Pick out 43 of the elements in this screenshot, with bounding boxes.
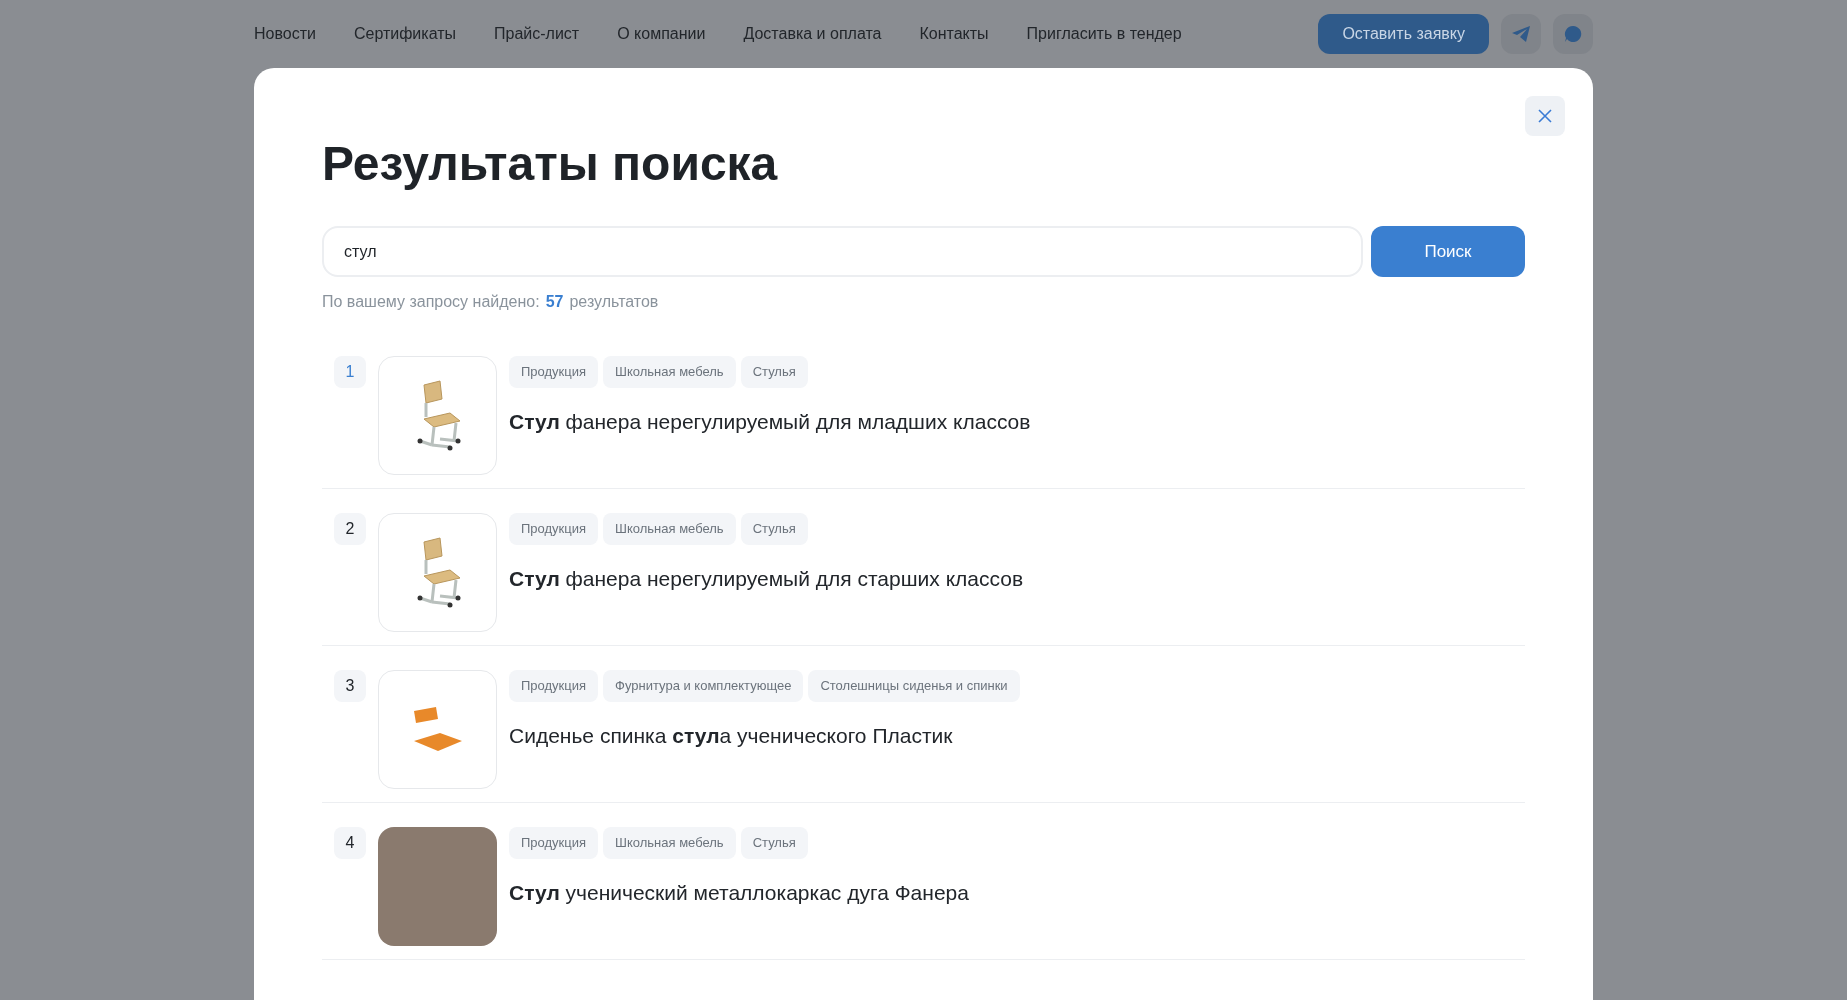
result-number: 1 <box>334 356 366 388</box>
search-button[interactable]: Поиск <box>1371 226 1525 277</box>
category-tag[interactable]: Стулья <box>740 356 808 388</box>
nav-link[interactable]: Сертификаты <box>353 22 457 46</box>
category-tag[interactable]: Продукция <box>509 513 599 545</box>
modal-title: Результаты поиска <box>322 140 778 188</box>
result-number: 2 <box>334 513 366 545</box>
result-title[interactable]: Сиденье спинка стула ученического Пластик <box>509 720 1020 752</box>
nav-link[interactable]: Контакты <box>919 22 989 46</box>
category-tag[interactable]: Стулья <box>740 513 808 545</box>
product-thumbnail[interactable] <box>378 670 497 789</box>
result-title[interactable]: Стул фанера нерегулируемый для старших классов <box>509 563 1024 595</box>
result-number: 4 <box>334 827 366 859</box>
result-number: 3 <box>334 670 366 702</box>
nav-link[interactable]: Доставка и оплата <box>743 22 882 46</box>
category-tag[interactable]: Школьная мебель <box>603 356 736 388</box>
telegram-button[interactable] <box>1501 14 1541 54</box>
product-thumbnail[interactable] <box>378 356 497 475</box>
phone-bubble-icon <box>1563 24 1583 44</box>
category-tag[interactable]: Продукция <box>509 670 599 702</box>
nav-link[interactable]: Новости <box>254 22 316 46</box>
product-thumbnail[interactable] <box>378 513 497 632</box>
close-button[interactable] <box>1525 96 1565 136</box>
search-field[interactable]: стул <box>322 226 1363 277</box>
close-icon <box>1538 109 1552 123</box>
results-count-label: По вашему запросу найдено: <box>322 292 540 312</box>
category-tag[interactable]: Школьная мебель <box>603 513 736 545</box>
category-tag[interactable]: Стулья <box>740 827 808 859</box>
category-tag[interactable]: Продукция <box>509 827 599 859</box>
paper-plane-icon <box>1511 25 1531 43</box>
nav-link[interactable]: О компании <box>617 22 706 46</box>
results-count-suffix: результатов <box>569 292 659 312</box>
result-title[interactable]: Стул ученический металлокаркас дуга Фанера <box>509 877 969 909</box>
results-count: 57 <box>545 292 564 312</box>
request-button[interactable]: Оставить заявку <box>1318 14 1489 54</box>
nav-link[interactable]: Прайс-лист <box>494 22 580 46</box>
category-tag[interactable]: Фурнитура и комплектующее <box>603 670 804 702</box>
category-tag[interactable]: Столешницы сиденья и спинки <box>808 670 1020 702</box>
result-title[interactable]: Стул фанера нерегулируемый для младших классов <box>509 406 1031 438</box>
category-tag[interactable]: Продукция <box>509 356 599 388</box>
whatsapp-button[interactable] <box>1553 14 1593 54</box>
category-tag[interactable]: Школьная мебель <box>603 827 736 859</box>
nav-link[interactable]: Пригласить в тендер <box>1026 22 1182 46</box>
